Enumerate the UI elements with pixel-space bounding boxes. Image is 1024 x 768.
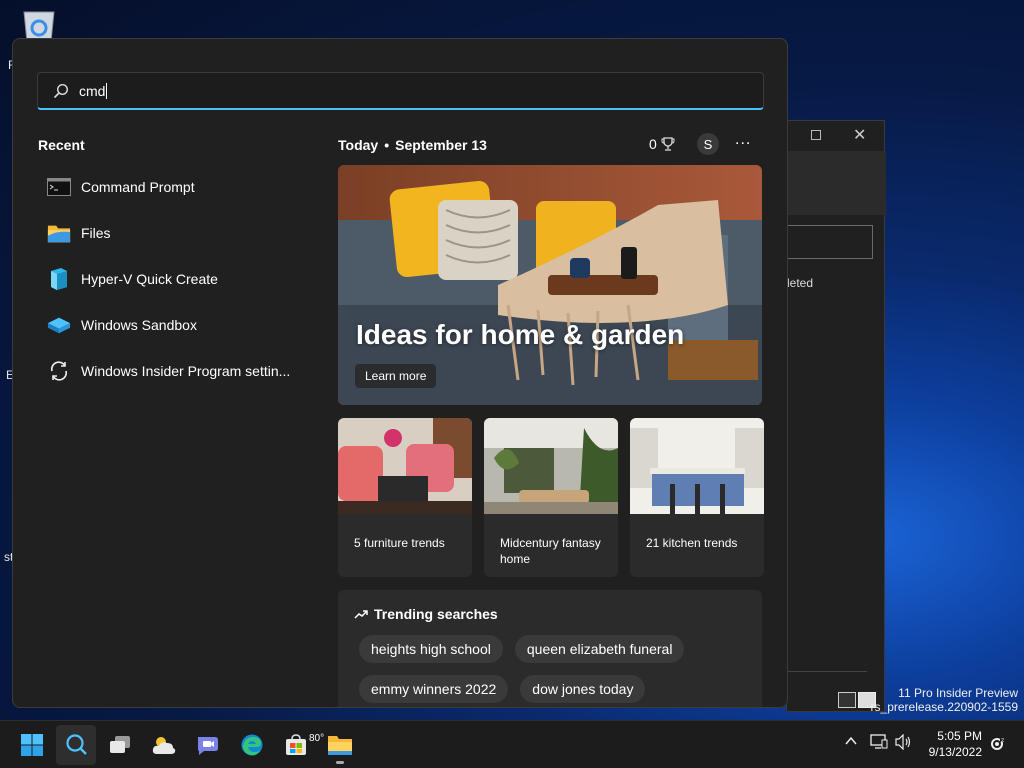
recent-item-label: Hyper-V Quick Create	[81, 271, 218, 287]
maximize-button[interactable]	[811, 130, 821, 140]
recent-item-label: Windows Insider Program settin...	[81, 363, 291, 379]
story-card[interactable]: 5 furniture trends	[338, 418, 472, 577]
more-options-button[interactable]: ...	[735, 131, 751, 149]
story-cards: 5 furniture trends Midcentury fantasy ho…	[338, 418, 764, 577]
close-button[interactable]: ✕	[853, 125, 866, 145]
store-button[interactable]	[276, 725, 316, 765]
learn-more-button[interactable]: Learn more	[355, 364, 437, 388]
search-icon	[53, 83, 69, 98]
trending-chip[interactable]: dow jones today	[520, 675, 646, 703]
recent-item-hyperv[interactable]: Hyper-V Quick Create	[39, 256, 299, 302]
recent-item-command-prompt[interactable]: Command Prompt	[39, 164, 299, 210]
start-button[interactable]	[12, 725, 52, 765]
running-indicator	[336, 761, 344, 764]
story-card-caption: 21 kitchen trends	[646, 536, 738, 550]
background-window-header	[787, 151, 886, 215]
network-icon[interactable]	[870, 734, 888, 750]
command-prompt-icon	[47, 175, 71, 199]
details-view-icon[interactable]	[838, 692, 856, 708]
story-card-caption: Midcentury fantasy home	[500, 536, 601, 566]
notification-settings-icon[interactable]: z	[990, 736, 1006, 752]
chevron-up-icon[interactable]	[844, 734, 858, 748]
clock-time: 5:05 PM	[937, 729, 982, 743]
trending-chip[interactable]: heights high school	[359, 635, 503, 663]
sandbox-icon	[47, 313, 71, 337]
avatar[interactable]: S	[697, 133, 719, 155]
trending-heading: Trending searches	[354, 606, 498, 622]
recycle-bin-icon[interactable]	[20, 8, 58, 43]
today-header: Today • September 13	[338, 137, 487, 153]
trending-chip[interactable]: queen elizabeth funeral	[514, 635, 685, 663]
search-taskbar-button[interactable]	[56, 725, 96, 765]
search-panel: cmd Recent Command Prompt Files Hyper-V …	[12, 38, 788, 708]
story-card-caption: 5 furniture trends	[354, 536, 445, 550]
task-view-icon	[110, 736, 130, 753]
recent-list: Command Prompt Files Hyper-V Quick Creat…	[39, 164, 299, 394]
clock-date: 9/13/2022	[928, 745, 982, 759]
background-window[interactable]: ✕ leted	[786, 120, 886, 712]
story-card[interactable]: 21 kitchen trends	[630, 418, 764, 577]
weather-icon	[152, 737, 176, 754]
today-date: September 13	[395, 137, 487, 153]
teams-chat-icon	[198, 737, 218, 755]
folder-icon	[47, 221, 71, 245]
kitchen-image	[630, 418, 764, 514]
file-explorer-button[interactable]	[320, 725, 360, 765]
store-icon	[286, 734, 306, 755]
sync-icon	[47, 359, 71, 383]
svg-text:z: z	[1001, 737, 1004, 744]
system-clock[interactable]: 5:05 PM 9/13/2022	[920, 728, 982, 760]
build-watermark: 11 Pro Insider Preview rs_prerelease.220…	[871, 686, 1018, 714]
edge-button[interactable]	[232, 725, 272, 765]
trending-chips: heights high school queen elizabeth fune…	[359, 635, 759, 703]
widgets-button[interactable]: 80°	[144, 725, 324, 765]
taskbar: 80° 5:05 PM 9/13/2022 z	[0, 720, 1024, 768]
recent-item-insider-settings[interactable]: Windows Insider Program settin...	[39, 348, 299, 394]
watermark-line: rs_prerelease.220902-1559	[870, 700, 1018, 714]
furniture-image	[338, 418, 472, 514]
search-box[interactable]: cmd	[37, 72, 764, 110]
volume-icon[interactable]	[895, 734, 913, 750]
background-window-field[interactable]	[787, 225, 873, 259]
story-card[interactable]: Midcentury fantasy home	[484, 418, 618, 577]
recent-item-files[interactable]: Files	[39, 210, 299, 256]
recent-heading: Recent	[38, 137, 85, 153]
trending-chip[interactable]: emmy winners 2022	[359, 675, 509, 703]
hero-card[interactable]: Ideas for home & garden Learn more	[338, 165, 762, 405]
text-caret	[106, 82, 108, 99]
windows-logo-icon	[21, 734, 43, 756]
points-count: 0	[649, 136, 657, 152]
recent-item-label: Command Prompt	[81, 179, 195, 195]
trending-arrow-icon	[354, 610, 368, 619]
today-label: Today	[338, 137, 379, 153]
recent-item-label: Files	[81, 225, 111, 241]
search-input[interactable]: cmd	[79, 83, 105, 99]
chat-button[interactable]	[188, 725, 228, 765]
edge-icon	[241, 734, 263, 756]
midcentury-home-image	[484, 418, 618, 514]
divider	[787, 671, 867, 672]
trophy-icon	[661, 137, 675, 151]
task-view-button[interactable]	[100, 725, 140, 765]
hyperv-icon	[47, 267, 71, 291]
rewards-points[interactable]: 0	[649, 136, 675, 152]
trending-title: Trending searches	[374, 606, 498, 622]
trending-section: Trending searches heights high school qu…	[338, 590, 762, 707]
search-icon	[66, 734, 87, 755]
folder-icon	[328, 736, 352, 755]
watermark-line: 11 Pro Insider Preview	[898, 686, 1018, 700]
recent-item-label: Windows Sandbox	[81, 317, 197, 333]
recent-item-sandbox[interactable]: Windows Sandbox	[39, 302, 299, 348]
hero-title: Ideas for home & garden	[356, 319, 685, 350]
background-window-text: leted	[787, 276, 814, 290]
